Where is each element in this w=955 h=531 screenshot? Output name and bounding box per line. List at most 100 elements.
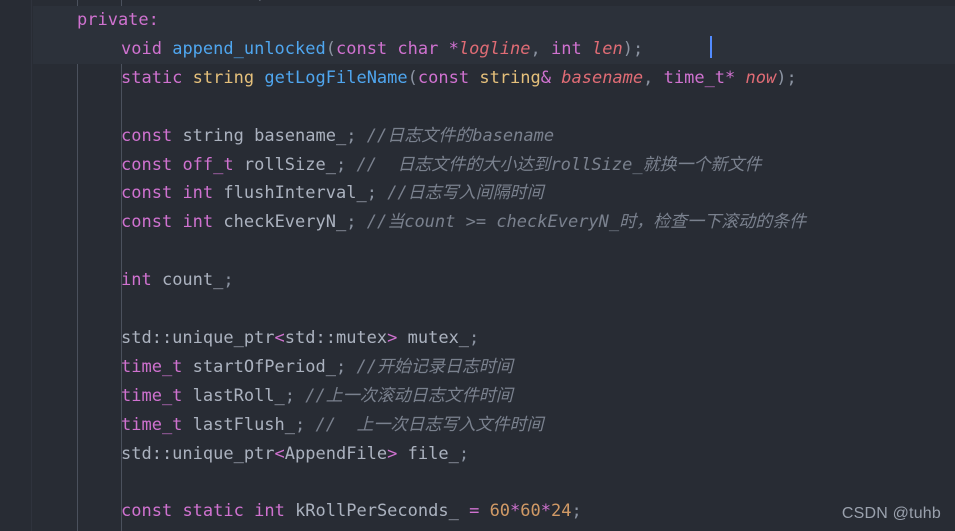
code-token: startOfPeriod_ (182, 356, 336, 377)
code-token: // 日志文件的大小达到rollSize_就换一个新文件 (356, 154, 762, 175)
code-token: std::mutex (284, 327, 388, 348)
code-token: < (274, 327, 285, 348)
code-line[interactable] (0, 237, 955, 266)
code-line[interactable]: const string basename_; //日志文件的basename (0, 122, 955, 151)
code-token: time_t (121, 414, 183, 435)
code-token: ; (346, 125, 357, 146)
code-token: time_t (663, 67, 726, 88)
code-token: ); (622, 38, 644, 59)
code-editor[interactable]: ()); private:void append_unlocked(const … (0, 0, 955, 531)
code-line[interactable] (0, 468, 955, 497)
code-token: ; (335, 356, 347, 377)
code-token: & (540, 67, 551, 88)
code-line[interactable] (0, 93, 955, 122)
code-token: //日志写入间隔时间 (387, 183, 544, 204)
code-token: const (121, 154, 173, 175)
code-token: flushInterval_ (213, 183, 367, 204)
code-token: 60 (489, 501, 511, 522)
code-line[interactable]: const off_t rollSize_; // 日志文件的大小达到rollS… (0, 151, 955, 180)
code-token: static (182, 501, 244, 522)
code-token: static (121, 67, 183, 88)
code-token: int (121, 270, 152, 291)
code-token: string (479, 67, 541, 88)
code-token: const (417, 67, 470, 88)
code-token: ( (325, 38, 336, 59)
code-token: , (643, 67, 664, 88)
code-token: const (121, 183, 173, 204)
code-line[interactable]: void append_unlocked(const char *logline… (0, 35, 955, 64)
code-token: time_t (121, 385, 183, 406)
code-token: //开始记录日志时间 (356, 356, 513, 377)
code-token: 24 (551, 501, 572, 522)
code-line[interactable]: const static int kRollPerSeconds_ = 60*6… (0, 497, 955, 526)
code-token: * (510, 501, 521, 522)
code-token: , (530, 38, 552, 59)
code-token: const (335, 38, 388, 59)
code-token: std::unique_ptr (121, 443, 275, 464)
code-token: kRollPerSeconds_ (284, 501, 470, 522)
code-token: mutex_ (397, 327, 470, 348)
code-token: std::unique_ptr (121, 327, 275, 348)
code-token: ); (776, 67, 797, 88)
code-token: const (121, 125, 173, 146)
code-line[interactable]: std::unique_ptr<std::mutex> mutex_; (0, 324, 955, 353)
code-line[interactable]: const int flushInterval_; //日志写入间隔时间 (0, 179, 955, 208)
code-line[interactable]: private: (0, 6, 955, 35)
code-token: AppendFile (284, 443, 388, 464)
code-token: ; (295, 414, 306, 435)
code-token: int (551, 38, 582, 59)
code-token: file_ (397, 443, 459, 464)
code-line[interactable]: int count_; (0, 266, 955, 295)
code-token: ; (366, 183, 377, 204)
watermark-label: CSDN @tuhb (841, 505, 941, 522)
code-token: const (121, 501, 173, 522)
code-token: lastRoll_ (182, 385, 285, 406)
code-token: ; (469, 327, 480, 348)
code-token: ; (223, 270, 234, 291)
code-token: now (745, 67, 777, 88)
code-line[interactable] (0, 295, 955, 324)
code-token: int (182, 212, 214, 233)
code-line[interactable]: time_t startOfPeriod_; //开始记录日志时间 (0, 353, 955, 382)
code-token: ; (284, 385, 296, 406)
code-token: = (469, 501, 480, 522)
code-line[interactable]: std::unique_ptr<AppendFile> file_; (0, 440, 955, 469)
code-token: int (254, 501, 285, 522)
code-token: > (387, 443, 398, 464)
code-token: * (448, 38, 459, 59)
code-token: off_t (182, 154, 234, 175)
code-token: time_t (121, 356, 183, 377)
code-line[interactable]: time_t lastFlush_; // 上一次日志写入文件时间 (0, 411, 955, 440)
code-token: basename (561, 67, 644, 88)
code-token: ; (335, 154, 347, 175)
code-token: getLogFileName (264, 67, 408, 88)
code-token: //日志文件的basename (366, 125, 555, 146)
code-token: logline (458, 38, 531, 59)
code-line[interactable]: time_t lastRoll_; //上一次滚动日志文件时间 (0, 382, 955, 411)
code-token: < (274, 443, 285, 464)
code-token: checkEveryN_ (213, 212, 347, 233)
code-token: string (192, 67, 255, 88)
code-line[interactable]: static string getLogFileName(const strin… (0, 64, 955, 93)
code-token: > (387, 327, 398, 348)
code-token: string (182, 125, 244, 146)
code-line[interactable]: const int checkEveryN_; //当count >= chec… (0, 208, 955, 237)
code-token: const (121, 212, 173, 233)
code-token: int (182, 183, 214, 204)
